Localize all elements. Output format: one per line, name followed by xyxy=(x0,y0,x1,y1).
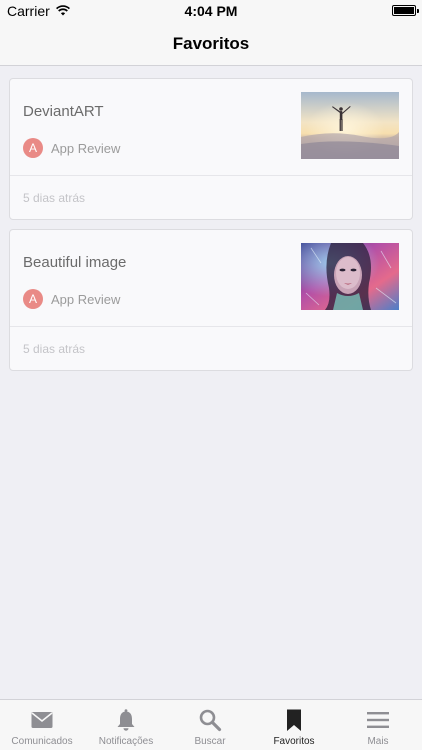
tab-comunicados[interactable]: Comunicados xyxy=(0,700,84,750)
bookmark-icon xyxy=(252,708,336,732)
card-divider xyxy=(10,175,412,176)
bell-icon xyxy=(84,708,168,732)
favorite-date: 5 dias atrás xyxy=(23,191,86,205)
favorite-date: 5 dias atrás xyxy=(23,342,86,356)
avatar: A xyxy=(23,138,43,158)
tab-label: Notificações xyxy=(98,736,154,747)
status-time: 4:04 PM xyxy=(184,3,238,19)
thumbnail-image xyxy=(301,243,399,310)
battery-icon xyxy=(392,5,419,16)
tab-notificacoes[interactable]: Notificações xyxy=(84,700,168,750)
tab-mais[interactable]: Mais xyxy=(336,700,420,750)
envelope-icon xyxy=(0,708,84,732)
author-row: A App Review xyxy=(23,289,120,309)
tab-favoritos[interactable]: Favoritos xyxy=(252,700,336,750)
navigation-bar: Favoritos xyxy=(0,22,422,66)
tab-buscar[interactable]: Buscar xyxy=(168,700,252,750)
author-name: App Review xyxy=(51,140,121,156)
tab-bar: Comunicados Notificações Buscar Favorito… xyxy=(0,699,422,750)
card-divider xyxy=(10,326,412,327)
favorite-title: DeviantART xyxy=(23,103,104,120)
tab-label: Favoritos xyxy=(273,736,315,747)
page-title: Favoritos xyxy=(172,34,250,53)
search-icon xyxy=(168,708,252,732)
author-row: A App Review xyxy=(23,138,120,158)
favorite-card[interactable]: Beautiful image A App Review 5 dias atrá… xyxy=(9,229,413,371)
thumbnail-image xyxy=(301,92,399,159)
author-name: App Review xyxy=(51,291,121,307)
tab-label: Comunicados xyxy=(11,736,73,747)
tab-label: Mais xyxy=(367,736,389,747)
status-bar: Carrier 4:04 PM xyxy=(0,0,422,22)
favorite-title: Beautiful image xyxy=(23,254,127,271)
tab-label: Buscar xyxy=(194,736,226,747)
menu-icon xyxy=(336,708,420,732)
favorite-card[interactable]: DeviantART A App Review 5 dias atrás xyxy=(9,78,413,220)
avatar: A xyxy=(23,289,43,309)
